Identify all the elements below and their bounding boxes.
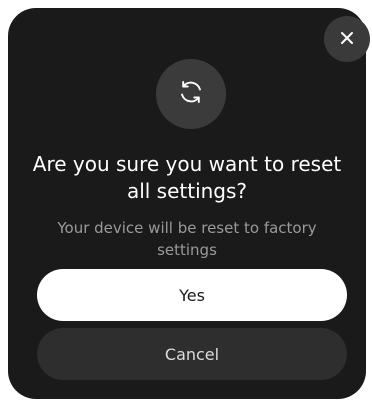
yes-button-label: Yes — [179, 285, 205, 305]
refresh-icon-badge — [156, 59, 226, 129]
dialog-subtitle: Your device will be reset to factory set… — [57, 219, 317, 259]
cancel-button[interactable]: Cancel — [37, 328, 347, 380]
refresh-icon — [176, 77, 206, 111]
yes-button[interactable]: Yes — [37, 269, 347, 321]
close-button[interactable] — [324, 16, 370, 62]
dialog-title: Are you sure you want to reset all setti… — [32, 152, 342, 203]
cancel-button-label: Cancel — [164, 344, 220, 364]
close-icon — [340, 31, 354, 48]
